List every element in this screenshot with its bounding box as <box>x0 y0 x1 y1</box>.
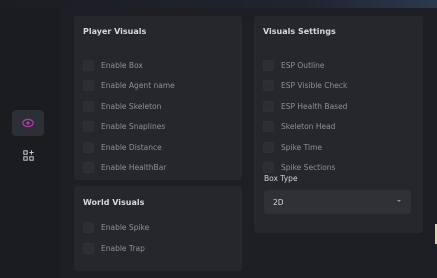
main-content: Player Visuals Enable Box Enable Agent n… <box>60 8 437 278</box>
chevron-down-icon <box>397 200 401 202</box>
box-type-value: 2D <box>273 197 284 207</box>
checkbox[interactable] <box>83 79 94 91</box>
add-module-icon <box>22 149 34 161</box>
visuals-settings-panel: Visuals Settings ESP Outline ESP Visible… <box>254 16 423 233</box>
checkbox[interactable] <box>83 59 94 71</box>
checkbox-enable-skeleton[interactable]: Enable Skeleton <box>83 99 161 113</box>
checkbox[interactable] <box>83 242 94 254</box>
checkbox-enable-box[interactable]: Enable Box <box>83 58 143 72</box>
checkbox[interactable] <box>83 120 94 132</box>
checkbox[interactable] <box>263 59 274 71</box>
checkbox-label: Enable Spike <box>101 222 150 232</box>
checkbox-label: Enable Distance <box>101 142 162 152</box>
checkbox-enable-distance[interactable]: Enable Distance <box>83 140 162 154</box>
sidebar-item-modules[interactable] <box>12 142 44 168</box>
checkbox-esp-outline[interactable]: ESP Outline <box>263 58 325 72</box>
checkbox-label: ESP Health Based <box>281 101 348 111</box>
checkbox-label: ESP Visible Check <box>281 80 348 90</box>
checkbox-enable-agent-name[interactable]: Enable Agent name <box>83 78 175 92</box>
checkbox[interactable] <box>83 161 94 173</box>
checkbox-spike-time[interactable]: Spike Time <box>263 140 322 154</box>
checkbox-esp-visible-check[interactable]: ESP Visible Check <box>263 78 347 92</box>
sidebar <box>0 8 60 278</box>
checkbox[interactable] <box>263 100 274 112</box>
checkbox-label: Skeleton Head <box>281 121 336 131</box>
checkbox-label: Enable Agent name <box>101 80 175 90</box>
checkbox-enable-spike[interactable]: Enable Spike <box>83 220 149 234</box>
box-type-select[interactable]: 2D <box>264 190 411 214</box>
checkbox-skeleton-head[interactable]: Skeleton Head <box>263 119 335 133</box>
checkbox-enable-healthbar[interactable]: Enable HealthBar <box>83 160 166 174</box>
eye-icon <box>22 118 34 128</box>
checkbox-enable-snaplines[interactable]: Enable Snaplines <box>83 119 165 133</box>
checkbox-esp-health-based[interactable]: ESP Health Based <box>263 99 347 113</box>
checkbox-label: Enable HealthBar <box>101 162 167 172</box>
checkbox-label: ESP Outline <box>281 60 325 70</box>
checkbox[interactable] <box>263 79 274 91</box>
panel-title: Player Visuals <box>83 27 147 36</box>
box-type-label: Box Type <box>264 174 298 183</box>
window-top-bar <box>0 0 437 8</box>
checkbox[interactable] <box>263 120 274 132</box>
panel-title: Visuals Settings <box>263 27 336 36</box>
checkbox[interactable] <box>83 141 94 153</box>
checkbox-spike-sections[interactable]: Spike Sections <box>263 160 335 174</box>
sidebar-item-visuals[interactable] <box>12 110 44 136</box>
checkbox[interactable] <box>83 100 94 112</box>
player-visuals-panel: Player Visuals Enable Box Enable Agent n… <box>74 16 242 180</box>
checkbox-label: Spike Sections <box>281 162 336 172</box>
panel-title: World Visuals <box>83 198 145 207</box>
checkbox-label: Enable Box <box>101 60 143 70</box>
checkbox[interactable] <box>263 141 274 153</box>
checkbox-label: Enable Skeleton <box>101 101 162 111</box>
checkbox-enable-trap[interactable]: Enable Trap <box>83 241 145 255</box>
checkbox-label: Enable Snaplines <box>101 121 166 131</box>
checkbox[interactable] <box>83 221 94 233</box>
checkbox-label: Spike Time <box>281 142 323 152</box>
world-visuals-panel: World Visuals Enable Spike Enable Trap <box>74 186 242 271</box>
checkbox-label: Enable Trap <box>101 243 145 253</box>
checkbox[interactable] <box>263 161 274 173</box>
